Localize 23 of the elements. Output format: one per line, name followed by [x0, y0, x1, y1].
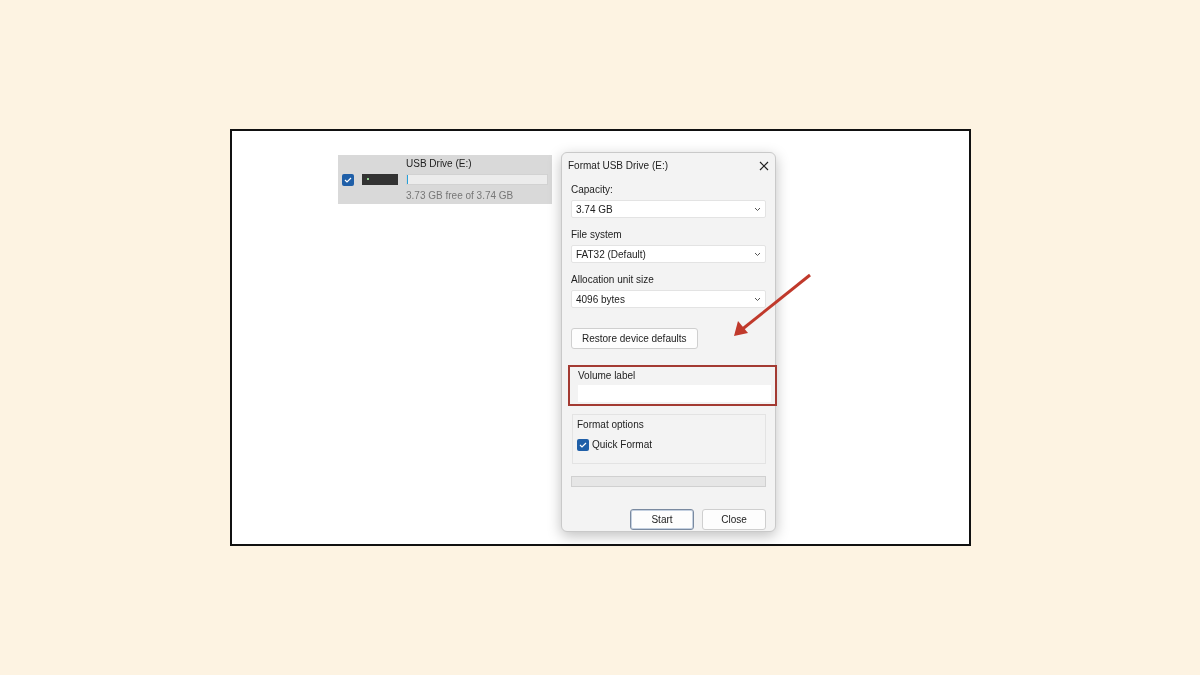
dropdown[interactable]: FAT32 (Default)	[571, 245, 766, 263]
field-label: Allocation unit size	[571, 273, 655, 287]
dialog-title: Format USB Drive (E:)	[568, 159, 668, 173]
dropdown[interactable]: 3.74 GB	[571, 200, 766, 218]
field-label: File system	[571, 228, 623, 242]
chevron-down-icon	[754, 206, 761, 212]
drive-icon	[362, 174, 398, 185]
field-label: Volume label	[578, 370, 636, 381]
dialog-button[interactable]: Close	[702, 509, 766, 530]
checkbox[interactable]	[577, 438, 589, 451]
chevron-down-icon	[754, 296, 761, 302]
free-space-text: 3.73 GB free of 3.74 GB	[406, 189, 515, 203]
drive-tile[interactable]: USB Drive (E:) 3.73 GB free of 3.74 GB	[338, 155, 552, 204]
field-label: Capacity:	[571, 183, 614, 197]
close-icon[interactable]	[759, 160, 769, 171]
dialog-button[interactable]: Start	[630, 509, 694, 530]
group-title: Format options	[577, 418, 645, 432]
chevron-down-icon	[754, 251, 761, 257]
restore-defaults-button[interactable]: Restore device defaults	[571, 328, 698, 349]
drive-name: USB Drive (E:)	[406, 157, 473, 171]
checkbox-label: Quick Format	[592, 438, 652, 452]
checkbox[interactable]	[342, 173, 354, 186]
dropdown[interactable]: 4096 bytes	[571, 290, 766, 308]
